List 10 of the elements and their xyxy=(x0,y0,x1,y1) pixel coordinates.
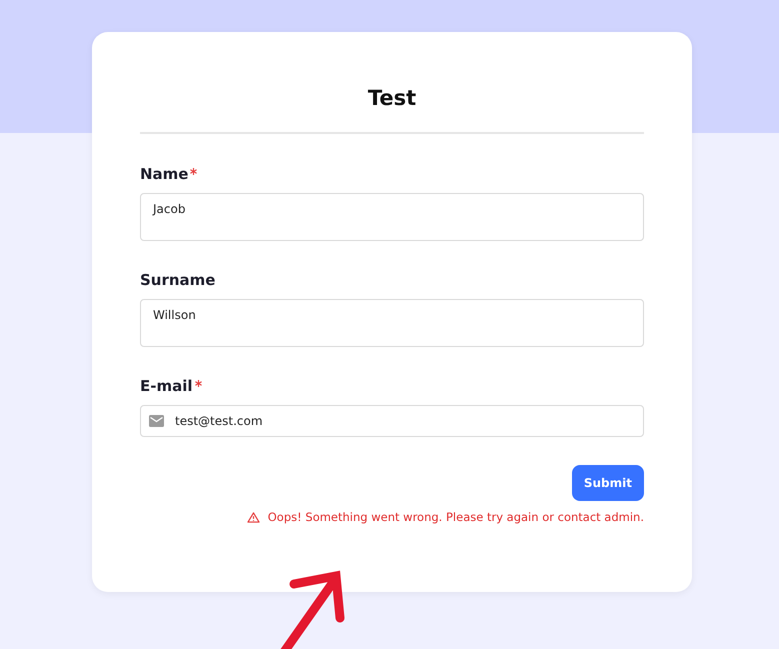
field-label: E-mail xyxy=(140,376,193,396)
submit-button[interactable]: Submit xyxy=(572,465,644,501)
input-field[interactable]: Jacob xyxy=(140,193,644,241)
error-message: Oops! Something went wrong. Please try again or contact admin. xyxy=(268,510,644,524)
warning-icon xyxy=(246,512,260,522)
input-field[interactable]: Willson xyxy=(140,299,644,347)
field-label: Surname xyxy=(140,270,216,290)
form-title: Test xyxy=(366,85,418,112)
email-field[interactable]: test@test.com xyxy=(140,405,644,437)
field-label: Name xyxy=(140,164,188,184)
